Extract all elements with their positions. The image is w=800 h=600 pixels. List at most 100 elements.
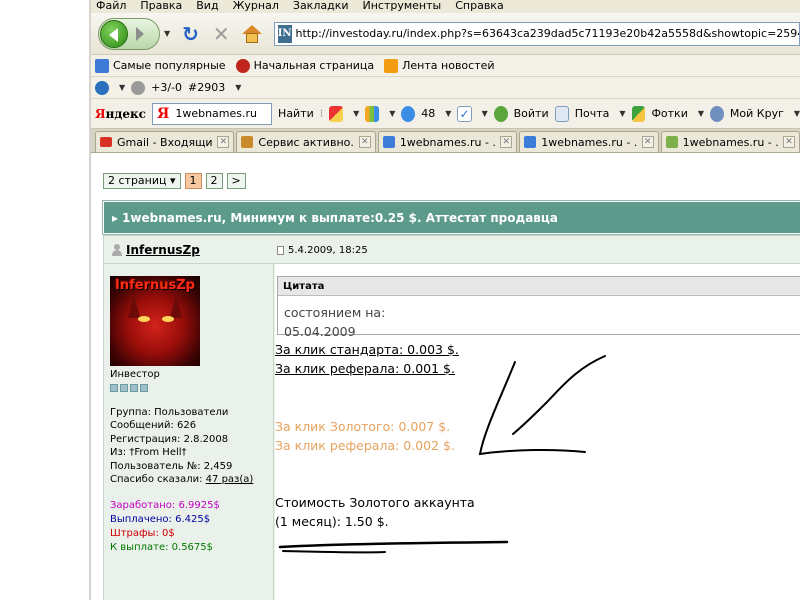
arrow-stroke (512, 355, 606, 435)
avatar: InfernusZp (110, 276, 200, 366)
page-2[interactable]: 2 (205, 173, 223, 189)
paid-stat: Выплачено: 6.425$ (110, 513, 211, 525)
stop-icon[interactable]: ✕ (213, 22, 230, 46)
menu-view[interactable]: Вид (196, 0, 218, 13)
menu-edit[interactable]: Правка (140, 0, 182, 13)
page-1[interactable]: 1 (184, 173, 202, 189)
tab-1webnames-3[interactable]: 1webnames.ru - ... ✕ (660, 131, 800, 152)
username-link[interactable]: InfernusZp (112, 243, 200, 257)
bar-graph-icon[interactable] (365, 105, 380, 122)
tab-1webnames-2[interactable]: 1webnames.ru - ... ✕ (519, 131, 659, 152)
topic-title: 1webnames.ru, Минимум к выплате:0.25 $. … (122, 210, 558, 225)
checkmark-icon[interactable]: ✓ (457, 105, 472, 122)
next-page[interactable]: > (226, 173, 246, 189)
bookmark-most-popular[interactable]: Самые популярные (95, 58, 226, 73)
globe-icon[interactable] (131, 80, 146, 95)
tab-label: 1webnames.ru - ... (682, 135, 779, 149)
address-bar[interactable]: IN http://investoday.ru/index.php?s=6364… (273, 21, 800, 46)
home-icon[interactable] (241, 24, 262, 43)
chevron-down-icon[interactable]: ▼ (119, 83, 125, 92)
user-from: Из: †From Hell† (110, 447, 187, 458)
bullet-icon: ▸ (112, 210, 119, 225)
close-icon[interactable]: ✕ (500, 136, 513, 148)
close-icon[interactable]: ✕ (358, 136, 371, 148)
menu-tools[interactable]: Инструменты (363, 0, 442, 13)
login-button[interactable]: Войти (514, 107, 549, 120)
user-rank: Инвестор (110, 369, 160, 380)
chevron-down-icon[interactable]: ▼ (482, 109, 488, 118)
menu-bar: Файл Правка Вид Журнал Закладки Инструме… (91, 0, 800, 13)
chat-bubble-icon[interactable] (401, 105, 416, 122)
bookmark-start-page[interactable]: Начальная страница (235, 58, 375, 73)
search-button[interactable]: Найти (278, 107, 314, 120)
rate-standard-click: За клик стандарта: 0.003 $. (275, 342, 459, 357)
menu-file[interactable]: Файл (96, 0, 126, 13)
underline-stroke (282, 550, 386, 554)
user-messages: Сообщений: 626 (110, 420, 197, 431)
topic-title-bar: ▸ 1webnames.ru, Минимум к выплате:0.25 $… (103, 201, 800, 234)
mail-button[interactable]: Почта (575, 107, 610, 120)
bookmark-news-feed[interactable]: Лента новостей (384, 58, 495, 73)
reload-icon[interactable]: ↻ (182, 22, 199, 46)
photos-button[interactable]: Фотки (651, 107, 687, 120)
close-icon[interactable]: ✕ (641, 136, 654, 148)
quote-line: состоянием на: (284, 305, 386, 320)
quote-title: Цитата (278, 277, 800, 296)
avatar-text: InfernusZp (115, 278, 195, 293)
username-text: InfernusZp (126, 243, 200, 257)
eye-shape (162, 316, 174, 322)
site-favicon (241, 136, 254, 148)
circle-button[interactable]: Мой Круг (730, 107, 784, 120)
chevron-down-icon[interactable]: ▼ (445, 109, 451, 118)
menu-bookmarks[interactable]: Закладки (293, 0, 349, 13)
chevron-down-icon[interactable]: ▼ (698, 109, 704, 118)
yandex-logo[interactable]: Яндекс (95, 107, 146, 121)
photos-icon[interactable] (631, 105, 646, 122)
chevron-down-icon[interactable]: ▼ (389, 109, 395, 118)
tab-service[interactable]: Сервис активно... ✕ (236, 131, 376, 152)
tab-gmail[interactable]: Gmail - Входящи... ✕ (95, 131, 235, 152)
tab-label: Gmail - Входящи... (117, 135, 213, 149)
document-icon (277, 245, 284, 255)
back-button[interactable] (100, 19, 128, 48)
user-group: Группа: Пользователи (110, 406, 229, 418)
forward-button[interactable] (133, 26, 147, 41)
search-value[interactable]: 1webnames.ru (175, 107, 257, 120)
rank-pips (110, 383, 253, 392)
rss-icon (384, 58, 399, 73)
thanks-link[interactable]: 47 раз(а) (206, 474, 254, 485)
pencil-icon[interactable] (329, 105, 344, 122)
chevron-down-icon[interactable]: ▼ (353, 109, 359, 118)
bookmark-label: Начальная страница (253, 59, 375, 72)
browser-extension-icon[interactable] (95, 80, 109, 95)
user-registered: Регистрация: 2.8.2008 (110, 433, 229, 445)
bookmark-label: Лента новостей (402, 59, 495, 72)
user-icon (112, 244, 122, 256)
site-favicon (382, 136, 395, 148)
url-text[interactable]: http://investoday.ru/index.php?s=63643ca… (296, 27, 799, 40)
navigation-toolbar: ▼ ↻ ✕ IN http://investoday.ru/index.php?… (91, 13, 800, 55)
forum-post: InfernusZp InfernusZp Инвестор Группа: П… (103, 235, 800, 600)
firefox-icon (235, 58, 250, 73)
to-pay-stat: К выплате: 0.5675$ (110, 541, 214, 553)
eye-shape (138, 316, 150, 322)
chevron-down-icon[interactable]: ▼ (235, 83, 241, 92)
envelope-icon[interactable] (554, 105, 569, 122)
page-content: 2 страниц ▾ 1 2 > ▸ 1webnames.ru, Миниму… (91, 158, 800, 600)
rate-gold-click: За клик Золотого: 0.007 $. (275, 419, 451, 434)
menu-help[interactable]: Справка (455, 0, 503, 13)
close-icon[interactable]: ✕ (217, 136, 230, 148)
key-icon[interactable] (493, 105, 508, 122)
desktop-left-strip (0, 0, 91, 600)
people-icon[interactable] (710, 105, 724, 122)
yandex-search-input[interactable]: Я 1webnames.ru (151, 102, 273, 125)
history-dropdown-icon[interactable]: ▼ (164, 29, 170, 38)
chevron-down-icon[interactable]: ▼ (619, 109, 625, 118)
close-icon[interactable]: ✕ (783, 136, 796, 148)
gmail-icon (100, 137, 112, 147)
pages-dropdown[interactable]: 2 страниц ▾ (103, 173, 181, 189)
chevron-down-icon[interactable]: ▼ (794, 109, 800, 118)
bookmarks-toolbar: Самые популярные Начальная страница Лент… (91, 55, 800, 77)
tab-1webnames-1[interactable]: 1webnames.ru - ... ✕ (377, 131, 518, 152)
menu-history[interactable]: Журнал (233, 0, 279, 13)
